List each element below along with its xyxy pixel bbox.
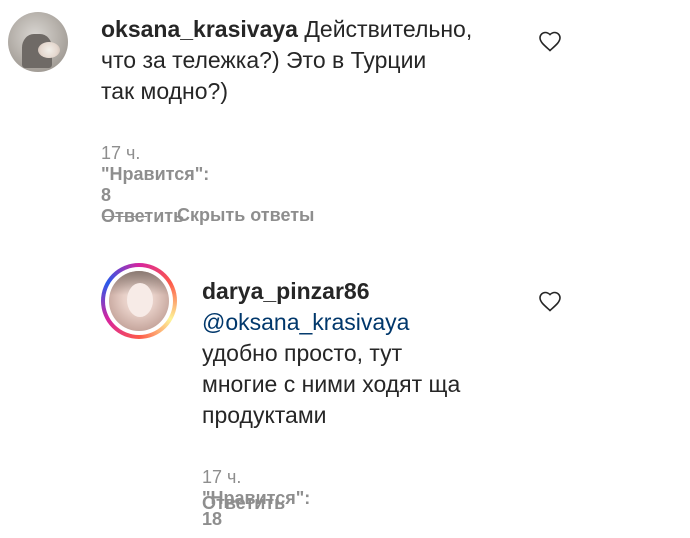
avatar-story-ring[interactable] [101,263,177,339]
comment-body: oksana_krasivaya Действительно, что за т… [101,14,521,107]
avatar-face [127,283,153,317]
reply-text-line-3: продуктами [202,402,327,428]
reply-text-line-2: многие с ними ходят ща [202,371,461,397]
reply-time[interactable]: 17 ч. [202,467,241,487]
heart-icon[interactable] [538,30,562,52]
avatar [109,271,169,331]
comments-panel: { "comments": [ { "username": "oksana_kr… [0,0,690,538]
hide-replies-label: Скрыть ответы [177,205,315,225]
comment-text-line-2: что за тележка?) Это в Турции [101,47,427,73]
reply-button[interactable]: Ответить [202,493,285,513]
reply-mention[interactable]: @oksana_krasivaya [202,309,409,335]
reply-text-line-1: удобно просто, тут [202,340,403,366]
avatar-flowers [38,42,60,58]
reply-body: darya_pinzar86 @oksana_krasivaya удобно … [202,276,532,431]
comment-text-line-3: так модно?) [101,78,228,104]
heart-icon[interactable] [538,290,562,312]
comment-text-line-1: Действительно, [304,16,473,42]
comment-username[interactable]: oksana_krasivaya [101,16,298,42]
reply-username[interactable]: darya_pinzar86 [202,278,369,304]
hide-replies-button[interactable]: Скрыть ответы [103,205,314,226]
comment-time[interactable]: 17 ч. [101,143,140,163]
comment-likes[interactable]: "Нравится": 8 [101,164,209,205]
avatar[interactable] [8,12,68,72]
divider-line [103,215,147,217]
reply-meta-row-2: Ответить [202,493,285,514]
